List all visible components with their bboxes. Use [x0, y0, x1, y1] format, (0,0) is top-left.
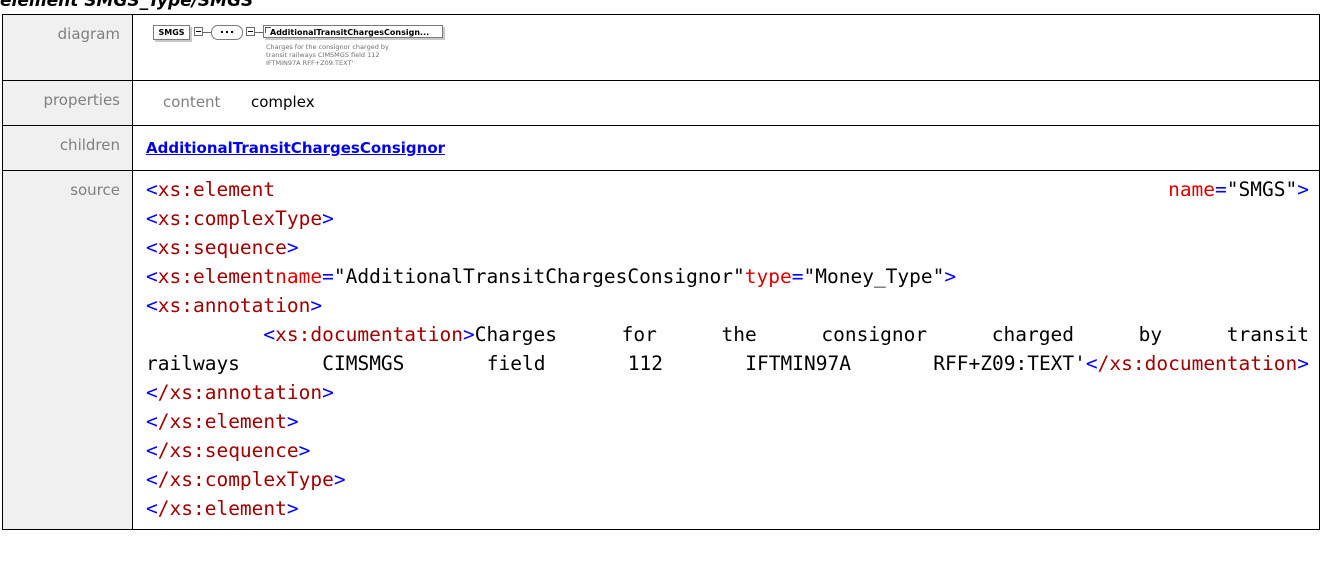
row-label-source: source — [2, 170, 133, 530]
properties-row: properties content complex — [2, 80, 1320, 126]
code-line: <xs:documentation>Charges for the consig… — [263, 323, 1309, 346]
code-line: </xs:element > — [146, 410, 299, 433]
code-line: <xs:element name="SMGS"> — [146, 178, 1309, 201]
code-line: < xs:sequence > — [146, 236, 299, 259]
source-code: <xs:element name="SMGS"> < xs:complexType… — [133, 171, 1319, 529]
code-line: < xs:element name = "AdditionalTransitCharg… — [146, 265, 957, 288]
diagram-row: diagram SMGS AdditionalTransitChargesCon… — [2, 14, 1320, 81]
property-value: complex — [251, 93, 315, 111]
properties-table: content complex — [133, 81, 1319, 125]
schema-diagram: SMGS AdditionalTransitChargesConsign... … — [133, 15, 1319, 79]
collapse-icon[interactable] — [194, 27, 203, 36]
code-line: railways CIMSMGS field 112 IFTMIN97A RFF… — [146, 352, 1309, 375]
row-label-properties: properties — [2, 80, 133, 126]
sequence-icon — [211, 25, 243, 40]
row-label-children: children — [2, 125, 133, 171]
diagram-root-box[interactable]: SMGS — [153, 25, 190, 40]
element-corner-icon — [265, 27, 271, 33]
page-title: element SMGS_Type/SMGS — [0, 0, 254, 11]
connector-line — [255, 32, 263, 33]
diagram-child-box[interactable]: AdditionalTransitChargesConsign... — [263, 25, 443, 38]
code-line: < xs:annotation > — [146, 294, 323, 317]
child-element-link[interactable]: AdditionalTransitChargesConsignor — [146, 139, 445, 157]
element-doc-table: diagram SMGS AdditionalTransitChargesCon… — [2, 14, 1320, 530]
code-line: </xs:sequence > — [146, 439, 311, 462]
source-row: source <xs:element name="SMGS"> < xs:comp… — [2, 170, 1320, 530]
row-label-diagram: diagram — [2, 14, 133, 81]
code-line: </xs:annotation > — [146, 381, 334, 404]
diagram-documentation: Charges for the consignor charged by tra… — [266, 43, 389, 67]
children-row: children AdditionalTransitChargesConsign… — [2, 125, 1320, 171]
code-line: </xs:element > — [146, 497, 299, 520]
collapse-icon[interactable] — [246, 27, 255, 36]
connector-line — [203, 32, 211, 33]
property-name: content — [163, 93, 221, 111]
code-line: </xs:complexType > — [146, 468, 346, 491]
code-line: < xs:complexType > — [146, 207, 334, 230]
